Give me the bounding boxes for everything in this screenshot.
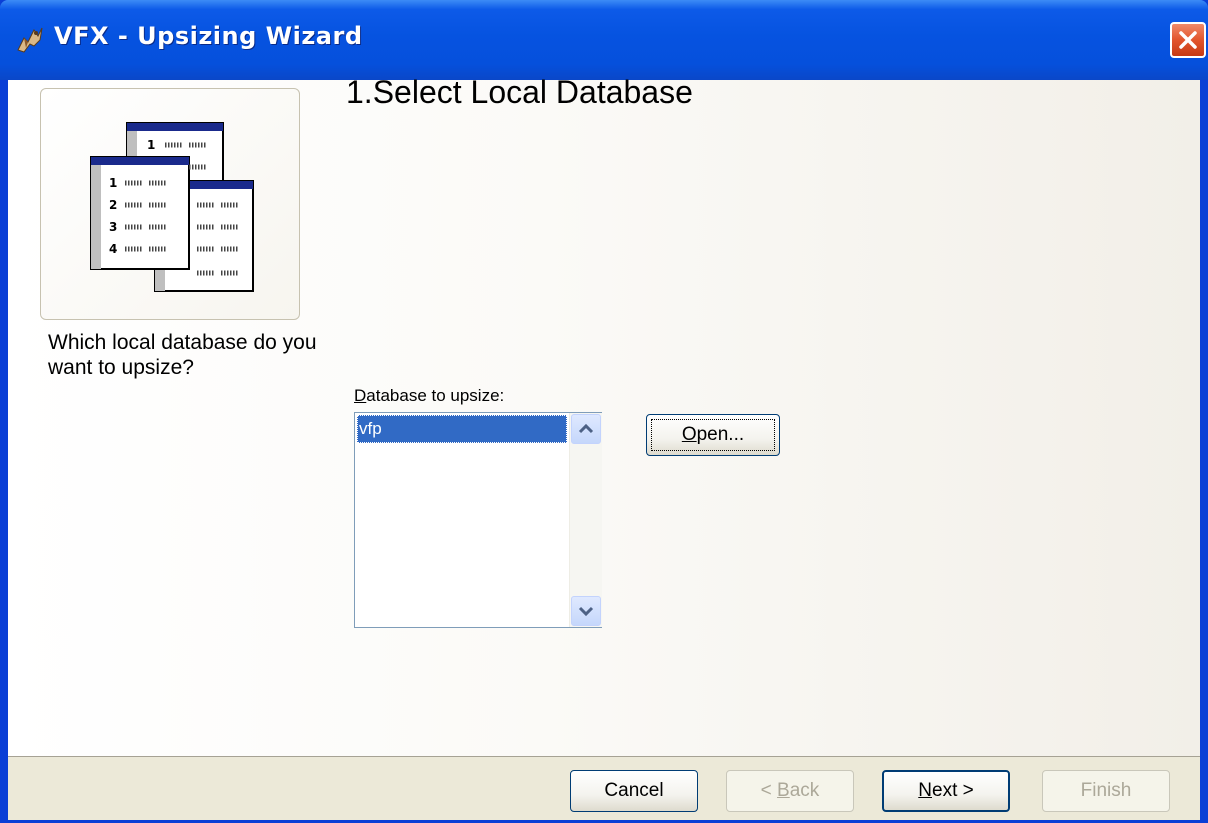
close-button[interactable] xyxy=(1170,22,1206,58)
scroll-up-button[interactable] xyxy=(571,414,601,444)
back-button-mnemonic: B xyxy=(777,780,790,801)
back-button-rest: ack xyxy=(789,780,820,801)
chevron-down-icon xyxy=(578,606,594,617)
next-button[interactable]: Next > xyxy=(882,770,1010,812)
database-tables-icon: 1 1 2 3 4 xyxy=(90,122,254,292)
illustration-row-1: 1 xyxy=(109,176,117,190)
back-button[interactable]: < Back xyxy=(726,770,854,812)
list-item[interactable]: vfp xyxy=(357,415,567,443)
scroll-down-button[interactable] xyxy=(571,596,601,626)
vfx-app-icon xyxy=(17,27,43,53)
database-listbox[interactable]: vfp xyxy=(354,412,602,628)
window-title: VFX - Upsizing Wizard xyxy=(54,22,363,50)
next-button-mnemonic: N xyxy=(918,780,932,801)
wizard-window: VFX - Upsizing Wizard 1 1 2 3 4 Which lo… xyxy=(0,0,1208,823)
wizard-illustration-card: 1 1 2 3 4 xyxy=(40,88,300,320)
database-label-mnemonic: D xyxy=(354,386,367,405)
back-button-prefix: < xyxy=(760,780,778,801)
illustration-row-3: 3 xyxy=(109,220,117,234)
step-title: 1.Select Local Database xyxy=(346,74,693,110)
focus-rectangle xyxy=(651,419,775,451)
open-button[interactable]: Open... xyxy=(646,414,780,456)
next-button-rest: ext > xyxy=(932,780,974,801)
database-label-rest: atabase to upsize: xyxy=(366,386,505,405)
chevron-up-icon xyxy=(578,423,594,434)
close-icon xyxy=(1179,31,1197,49)
svg-text:1: 1 xyxy=(147,138,155,152)
title-bar[interactable]: VFX - Upsizing Wizard xyxy=(0,0,1208,80)
finish-button[interactable]: Finish xyxy=(1042,770,1170,812)
listbox-scrollbar[interactable] xyxy=(569,413,602,627)
cancel-button[interactable]: Cancel xyxy=(570,770,698,812)
illustration-row-4: 4 xyxy=(109,242,117,256)
wizard-prompt: Which local database do you want to upsi… xyxy=(48,331,317,379)
illustration-row-2: 2 xyxy=(109,198,117,212)
database-label: Database to upsize: xyxy=(354,386,504,406)
